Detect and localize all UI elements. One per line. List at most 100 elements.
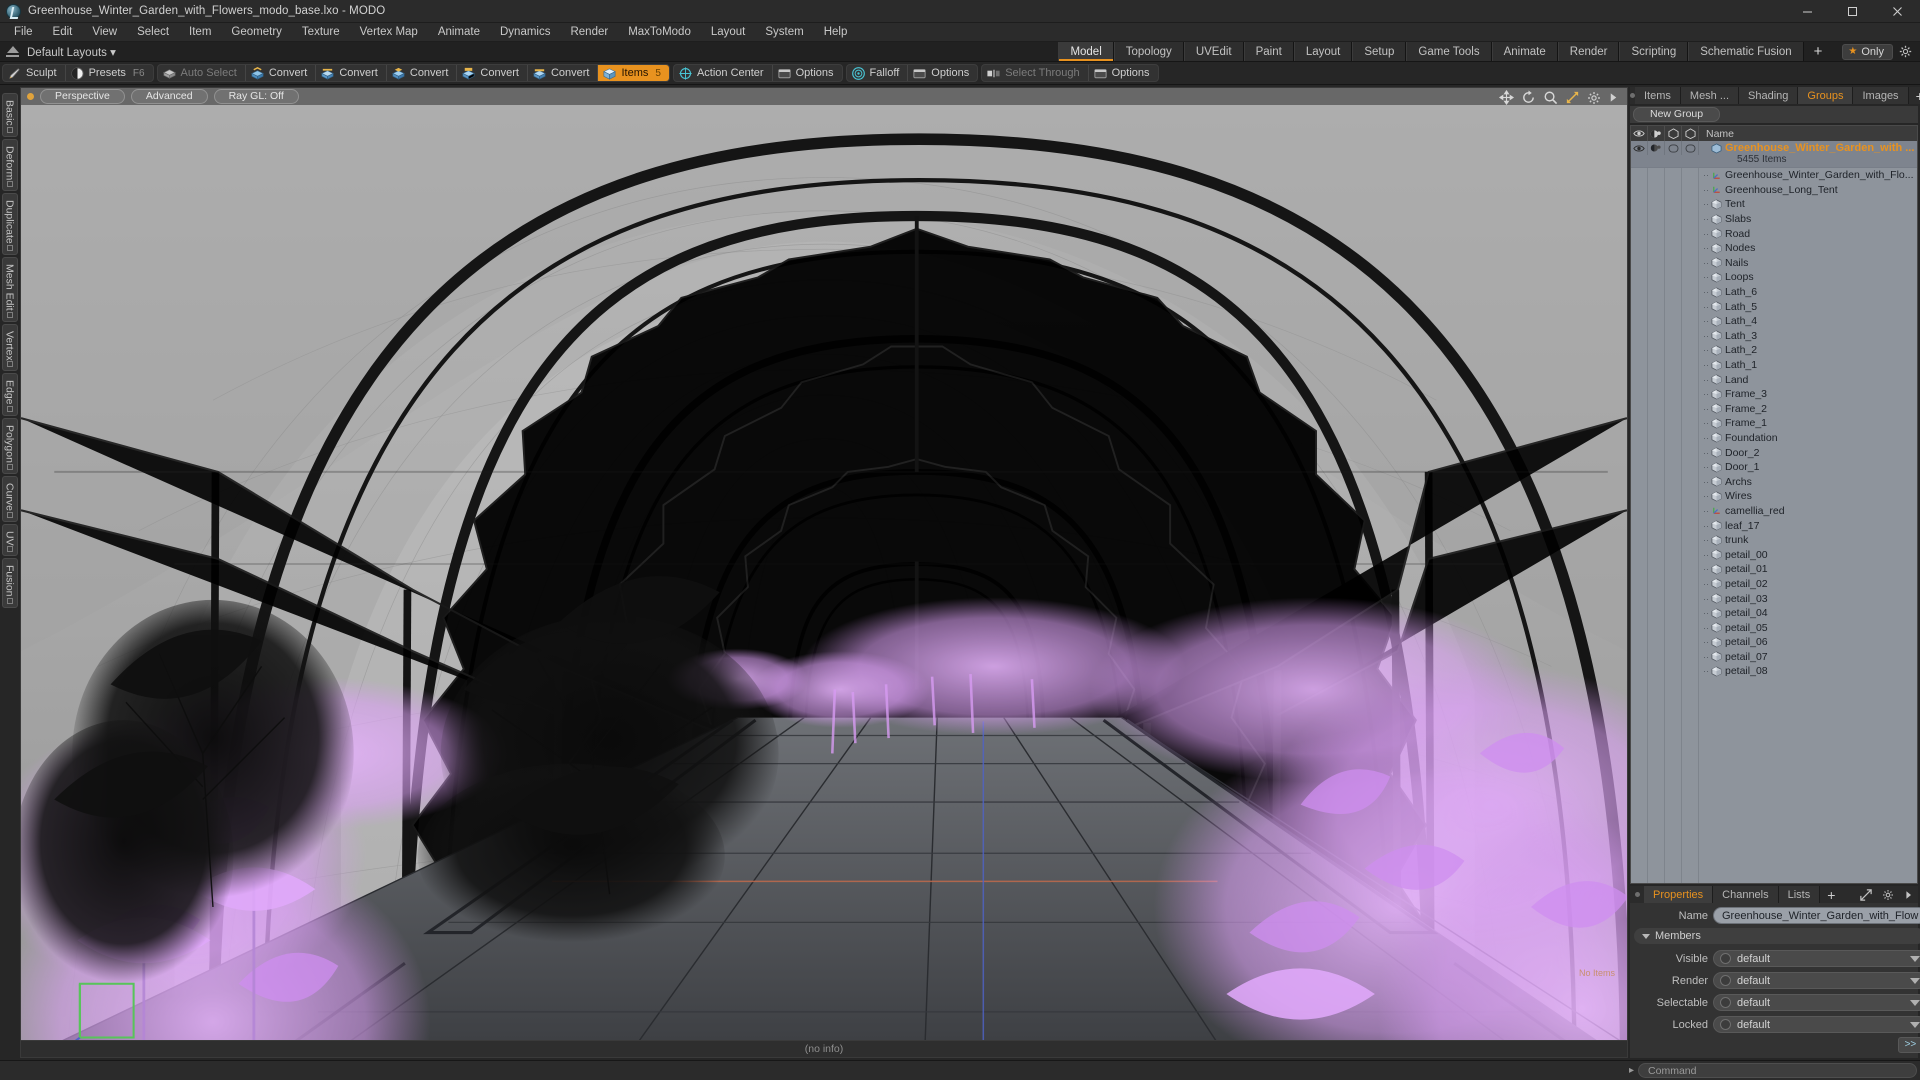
list-item[interactable]: ·· Lath_5 (1631, 299, 1917, 314)
tab-items[interactable]: Items (1635, 87, 1681, 104)
locked-dropdown[interactable]: default (1713, 1016, 1920, 1033)
sidebar-item-polygon[interactable]: Polygon (1, 417, 18, 474)
list-item[interactable]: ·· petail_05 (1631, 620, 1917, 635)
list-item[interactable]: ·· Land (1631, 372, 1917, 387)
menu-animate[interactable]: Animate (428, 24, 490, 40)
properties-menu-dot-icon[interactable] (1630, 886, 1644, 903)
convert-vertex-button[interactable]: Convert (246, 65, 317, 81)
menu-layout[interactable]: Layout (701, 24, 756, 40)
render-icon[interactable] (1648, 126, 1665, 141)
tab-properties[interactable]: Properties (1644, 886, 1714, 903)
list-item[interactable]: ·· Nails (1631, 256, 1917, 271)
menu-vertex-map[interactable]: Vertex Map (350, 24, 428, 40)
locked-radio-icon[interactable] (1720, 1019, 1731, 1030)
list-item[interactable]: ·· Greenhouse_Long_Tent (1631, 183, 1917, 198)
add-tab-button[interactable]: + (1803, 42, 1833, 61)
tab-uvedit[interactable]: UVEdit (1183, 42, 1244, 61)
action-center-options-button[interactable]: Options (773, 65, 842, 81)
viewport-view-mode[interactable]: Perspective (40, 89, 125, 104)
rotate-icon[interactable] (1521, 90, 1536, 105)
tab-setup[interactable]: Setup (1352, 42, 1407, 61)
sidebar-item-uv[interactable]: UV (1, 523, 18, 557)
tab-shading[interactable]: Shading (1739, 87, 1799, 104)
tab-schematic-fusion[interactable]: Schematic Fusion (1688, 42, 1804, 61)
convert-material-button[interactable]: Convert (457, 65, 528, 81)
list-item[interactable]: ·· Wires (1631, 489, 1917, 504)
tab-mesh[interactable]: Mesh ... (1680, 87, 1740, 104)
menu-edit[interactable]: Edit (43, 24, 83, 40)
items-button[interactable]: Items 5 (598, 65, 669, 81)
viewport-shading-mode[interactable]: Advanced (130, 89, 208, 104)
viewport-settings-icon[interactable] (1587, 91, 1601, 105)
maximize-button[interactable] (1830, 0, 1875, 22)
convert-polygon-button[interactable]: Convert (387, 65, 458, 81)
tab-topology[interactable]: Topology (1113, 42, 1184, 61)
command-input[interactable]: Command (1638, 1063, 1917, 1078)
sidebar-item-basic[interactable]: Basic (1, 93, 18, 137)
settings-gear-icon[interactable] (1899, 45, 1912, 58)
item-list-root-row[interactable]: Greenhouse_Winter_Garden_with ... 5455 I… (1631, 141, 1917, 168)
list-item[interactable]: ·· petail_07 (1631, 650, 1917, 665)
sidebar-item-deform[interactable]: Deform (1, 138, 18, 192)
sidebar-item-duplicate[interactable]: Duplicate (1, 193, 18, 255)
list-item[interactable]: ·· Lath_2 (1631, 343, 1917, 358)
new-group-button[interactable]: New Group (1633, 107, 1721, 122)
list-item[interactable]: ·· petail_04 (1631, 606, 1917, 621)
3d-viewport[interactable]: Perspective Advanced Ray GL: Off No Item… (20, 87, 1628, 1041)
list-item[interactable]: ·· Slabs (1631, 212, 1917, 227)
list-item[interactable]: ·· Door_2 (1631, 445, 1917, 460)
collapse-arrow-icon[interactable] (6, 46, 19, 57)
list-item[interactable]: ·· Door_1 (1631, 460, 1917, 475)
menu-file[interactable]: File (4, 24, 43, 40)
list-item[interactable]: ·· Tent (1631, 197, 1917, 212)
list-item[interactable]: ·· Foundation (1631, 431, 1917, 446)
list-item[interactable]: ·· petail_06 (1631, 635, 1917, 650)
properties-expand-icon[interactable] (1855, 886, 1877, 903)
tab-model[interactable]: Model (1058, 42, 1114, 61)
tab-render[interactable]: Render (1557, 42, 1620, 61)
selectable-radio-icon[interactable] (1720, 997, 1731, 1008)
minimize-button[interactable] (1785, 0, 1830, 22)
tab-game-tools[interactable]: Game Tools (1406, 42, 1492, 61)
visible-dropdown[interactable]: default (1713, 950, 1920, 967)
root-render-toggle[interactable] (1648, 141, 1665, 155)
menu-render[interactable]: Render (560, 24, 618, 40)
members-section-header[interactable]: Members (1634, 928, 1920, 944)
menu-help[interactable]: Help (814, 24, 858, 40)
pan-icon[interactable] (1499, 90, 1514, 105)
sidebar-item-fusion[interactable]: Fusion (1, 558, 18, 608)
default-layouts-selector[interactable]: Default Layouts ▾ (27, 45, 116, 59)
menu-view[interactable]: View (82, 24, 127, 40)
tab-layout[interactable]: Layout (1293, 42, 1353, 61)
close-button[interactable] (1875, 0, 1920, 22)
menu-select[interactable]: Select (127, 24, 179, 40)
name-field[interactable]: Greenhouse_Winter_Garden_with_Flow (1713, 907, 1920, 924)
zoom-icon[interactable] (1543, 90, 1558, 105)
falloff-button[interactable]: Falloff (847, 65, 909, 81)
list-item[interactable]: ·· Lath_1 (1631, 358, 1917, 373)
list-item[interactable]: ·· Road (1631, 226, 1917, 241)
only-button[interactable]: ★ Only (1842, 43, 1893, 60)
list-item[interactable]: ·· Greenhouse_Winter_Garden_with_Flo... (1631, 168, 1917, 183)
fit-icon[interactable] (1565, 90, 1580, 105)
item-list-body[interactable]: Greenhouse_Winter_Garden_with ... 5455 I… (1631, 141, 1917, 883)
viewport-raygl-toggle[interactable]: Ray GL: Off (213, 89, 299, 104)
sidebar-item-mesh-edit[interactable]: Mesh Edit (1, 256, 18, 322)
tab-groups[interactable]: Groups (1798, 87, 1854, 104)
root-visible-toggle[interactable] (1631, 141, 1648, 155)
render-dropdown[interactable]: default (1713, 972, 1920, 989)
shade-icon[interactable] (1682, 126, 1699, 141)
visible-radio-icon[interactable] (1720, 953, 1731, 964)
visible-eye-icon[interactable] (1631, 126, 1648, 141)
list-item[interactable]: ·· Nodes (1631, 241, 1917, 256)
list-item[interactable]: ·· Lath_3 (1631, 329, 1917, 344)
list-item[interactable]: ·· Frame_1 (1631, 416, 1917, 431)
tab-lists[interactable]: Lists (1778, 886, 1821, 903)
viewport-menu-dot-icon[interactable] (27, 93, 34, 100)
menu-maxtomodo[interactable]: MaxToModo (618, 24, 701, 40)
list-item[interactable]: ·· trunk (1631, 533, 1917, 548)
select-through-button[interactable]: Select Through (982, 65, 1089, 81)
list-item[interactable]: ·· camellia_red (1631, 504, 1917, 519)
expand-properties-button[interactable]: >> (1897, 1037, 1920, 1053)
falloff-options-button[interactable]: Options (908, 65, 977, 81)
